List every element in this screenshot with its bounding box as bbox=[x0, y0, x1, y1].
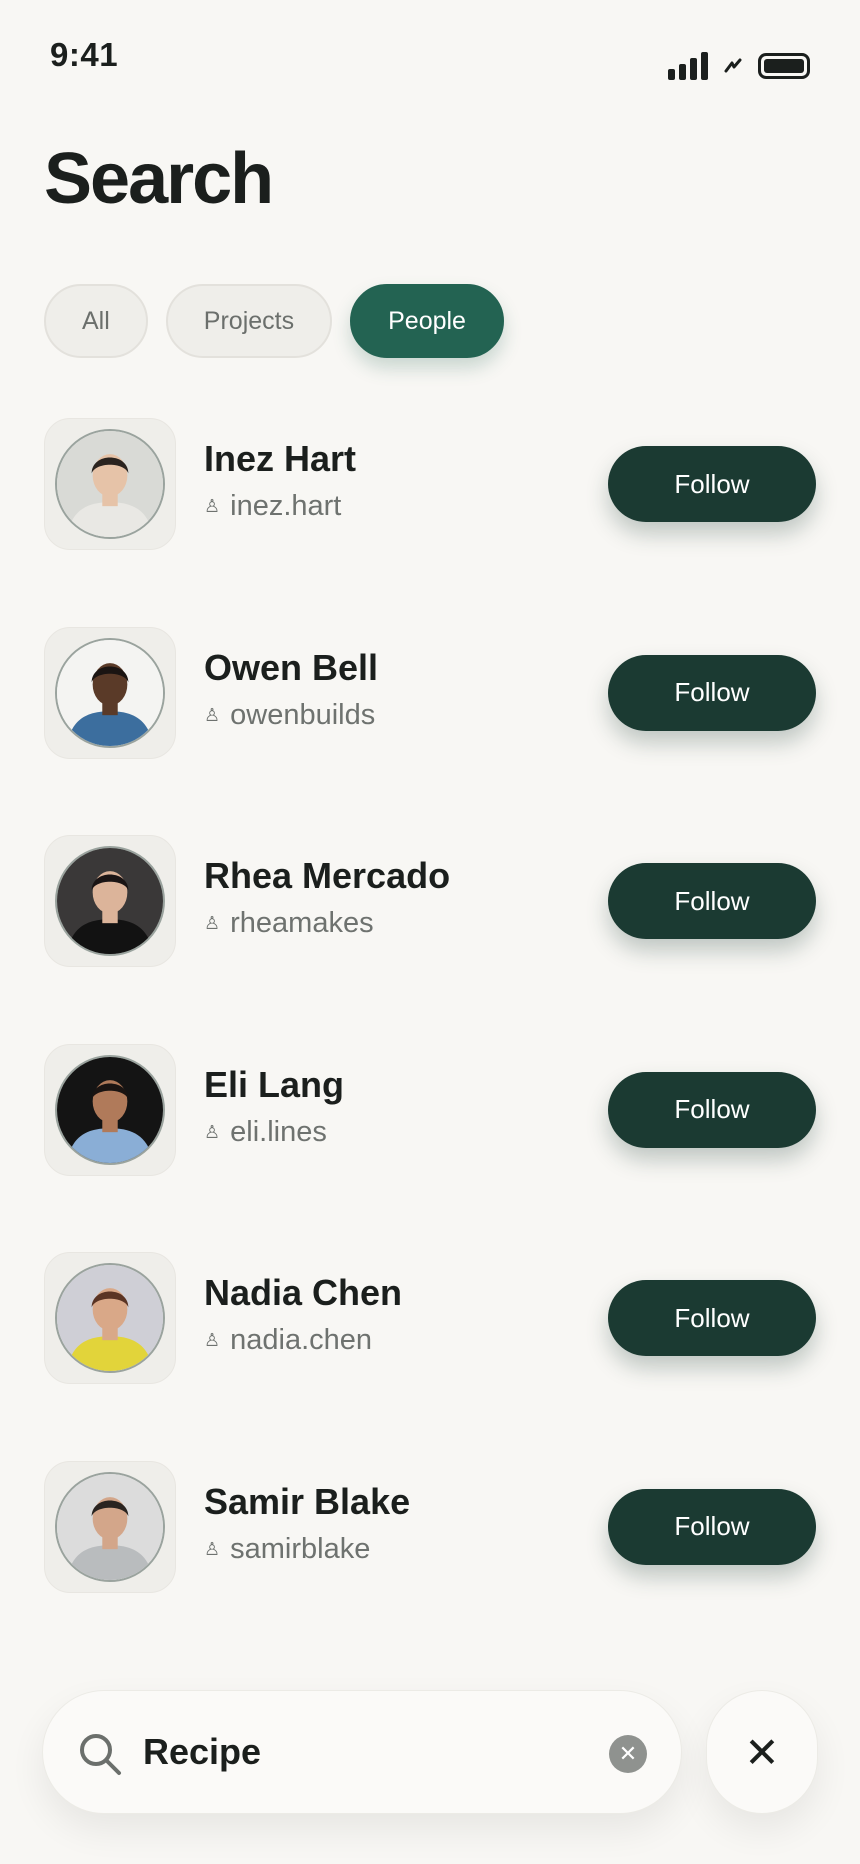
person-handle-text: owenbuilds bbox=[230, 698, 376, 731]
user-icon: ♙ bbox=[204, 1330, 221, 1351]
user-icon: ♙ bbox=[204, 496, 221, 516]
person-row[interactable]: Nadia Chen ♙ nadia.chen Follow bbox=[44, 1252, 816, 1461]
person-handle: ♙ samirblake bbox=[204, 1533, 370, 1566]
avatar-portrait bbox=[57, 1265, 163, 1372]
avatar-portrait bbox=[57, 848, 163, 955]
avatar-frame bbox=[44, 418, 176, 550]
close-icon: ✕ bbox=[744, 1728, 780, 1776]
user-icon: ♙ bbox=[204, 704, 221, 725]
person-row[interactable]: Inez Hart ♙ inez.hart Follow bbox=[44, 418, 816, 627]
follow-button[interactable]: Follow bbox=[608, 446, 816, 522]
people-results-list: Inez Hart ♙ inez.hart Follow Owen Bell ♙ o… bbox=[44, 418, 816, 1670]
person-row[interactable]: Eli Lang ♙ eli.lines Follow bbox=[44, 1043, 816, 1253]
person-handle-text: nadia.chen bbox=[230, 1324, 373, 1357]
search-input[interactable]: Recipe bbox=[143, 1731, 261, 1773]
person-name[interactable]: Rhea Mercado bbox=[204, 855, 450, 897]
avatar-frame bbox=[44, 626, 176, 759]
page-title: Search bbox=[44, 139, 274, 219]
filter-chip-people[interactable]: People bbox=[350, 284, 504, 358]
clear-icon[interactable]: ✕ bbox=[609, 1735, 647, 1773]
signal-icon bbox=[668, 52, 708, 80]
avatar[interactable] bbox=[55, 846, 165, 957]
avatar-frame bbox=[44, 835, 176, 968]
avatar-portrait bbox=[57, 639, 163, 746]
avatar[interactable] bbox=[55, 637, 165, 748]
search-bar[interactable]: Recipe ✕ bbox=[42, 1690, 682, 1814]
avatar-frame bbox=[44, 1460, 176, 1593]
filter-chips: All Projects People bbox=[44, 284, 504, 358]
battery-icon bbox=[758, 53, 810, 79]
follow-button[interactable]: Follow bbox=[608, 863, 816, 940]
person-handle: ♙ rheamakes bbox=[204, 907, 374, 940]
person-name[interactable]: Eli Lang bbox=[204, 1064, 344, 1106]
person-handle-text: eli.lines bbox=[230, 1115, 327, 1148]
user-icon: ♙ bbox=[204, 913, 221, 934]
close-search-button[interactable]: ✕ bbox=[706, 1690, 818, 1814]
follow-button[interactable]: Follow bbox=[608, 1488, 816, 1565]
follow-button[interactable]: Follow bbox=[608, 654, 816, 731]
avatar-portrait bbox=[57, 1473, 163, 1580]
filter-chip-projects[interactable]: Projects bbox=[165, 284, 333, 358]
avatar[interactable] bbox=[55, 429, 165, 539]
avatar-portrait bbox=[57, 1056, 163, 1163]
status-bar: 9:41 bbox=[0, 0, 860, 110]
follow-button[interactable]: Follow bbox=[608, 1280, 816, 1357]
avatar-portrait bbox=[57, 431, 163, 537]
status-icons bbox=[668, 52, 810, 80]
status-time: 9:41 bbox=[50, 36, 119, 73]
person-row[interactable]: Owen Bell ♙ owenbuilds Follow bbox=[44, 626, 816, 836]
person-handle: ♙ owenbuilds bbox=[204, 699, 375, 732]
avatar[interactable] bbox=[55, 1263, 165, 1374]
person-handle-text: rheamakes bbox=[230, 907, 374, 940]
person-name[interactable]: Samir Blake bbox=[204, 1481, 410, 1523]
person-handle-text: inez.hart bbox=[230, 490, 342, 522]
person-name[interactable]: Inez Hart bbox=[204, 438, 356, 480]
avatar-frame bbox=[44, 1252, 176, 1385]
search-icon bbox=[80, 1734, 121, 1775]
filter-chip-all[interactable]: All bbox=[44, 284, 148, 358]
person-handle: ♙ eli.lines bbox=[204, 1116, 327, 1149]
user-icon: ♙ bbox=[204, 1121, 221, 1142]
bolt-icon bbox=[724, 58, 742, 73]
follow-button[interactable]: Follow bbox=[608, 1071, 816, 1148]
person-handle: ♙ inez.hart bbox=[204, 490, 341, 523]
person-handle: ♙ nadia.chen bbox=[204, 1324, 372, 1357]
user-icon: ♙ bbox=[204, 1538, 221, 1559]
avatar[interactable] bbox=[55, 1471, 165, 1582]
avatar-frame bbox=[44, 1043, 176, 1176]
person-row[interactable]: Samir Blake ♙ samirblake Follow bbox=[44, 1460, 816, 1670]
avatar[interactable] bbox=[55, 1054, 165, 1165]
person-name[interactable]: Owen Bell bbox=[204, 647, 378, 689]
person-handle-text: samirblake bbox=[230, 1532, 371, 1565]
person-row[interactable]: Rhea Mercado ♙ rheamakes Follow bbox=[44, 835, 816, 1044]
person-name[interactable]: Nadia Chen bbox=[204, 1272, 402, 1314]
